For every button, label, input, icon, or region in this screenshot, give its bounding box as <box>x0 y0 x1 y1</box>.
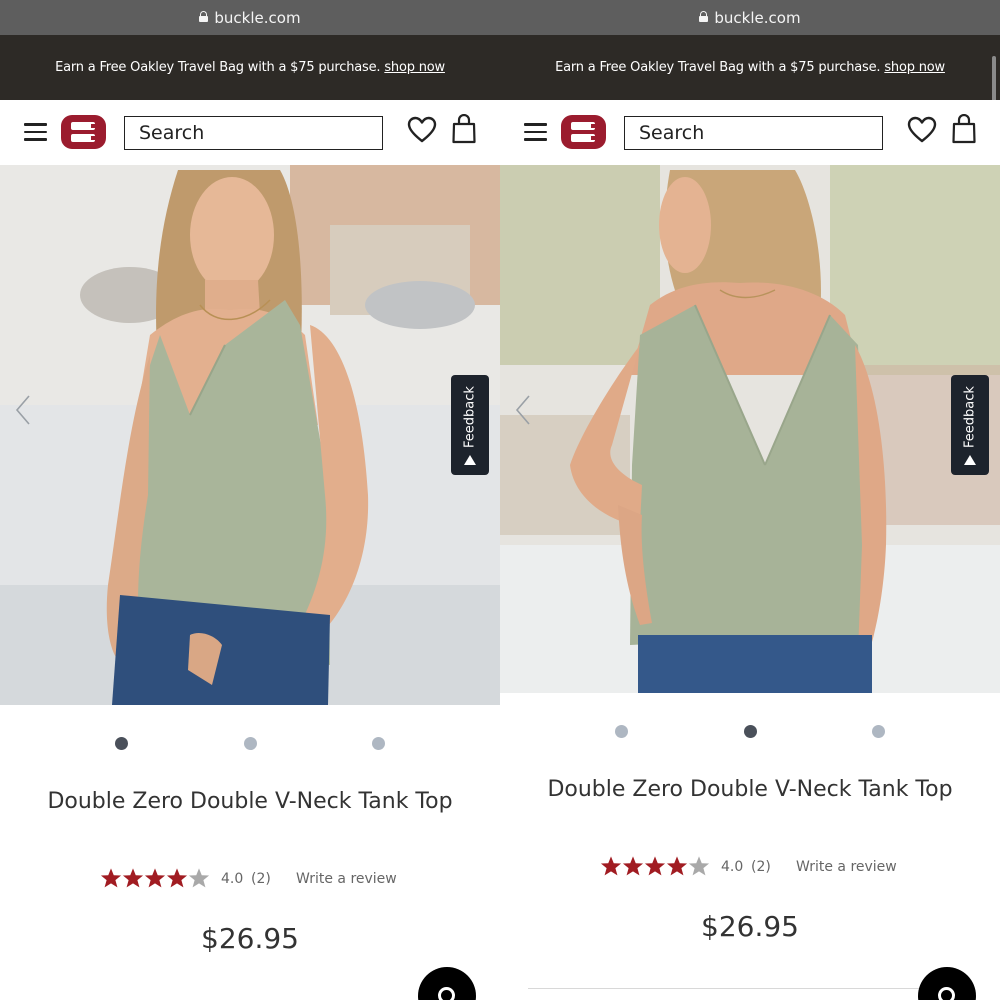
carousel-dot-1[interactable] <box>615 725 628 738</box>
feedback-label: Feedback <box>962 386 978 448</box>
star-icon-empty <box>688 856 710 876</box>
search-chat-icon <box>938 987 955 1000</box>
search-chat-button[interactable] <box>418 967 476 1000</box>
write-review-link[interactable]: Write a review <box>296 871 397 887</box>
phone-screenshot-right: buckle.com Earn a Free Oakley Travel Bag… <box>500 0 1000 1000</box>
search-chat-button[interactable] <box>918 967 976 1000</box>
shopping-bag-icon[interactable] <box>952 114 976 144</box>
carousel-dot-1[interactable] <box>115 737 128 750</box>
heart-icon[interactable] <box>407 116 437 144</box>
site-header: Search <box>0 100 500 165</box>
menu-icon[interactable] <box>24 123 47 141</box>
product-title: Double Zero Double V-Neck Tank Top <box>47 789 453 814</box>
star-icon <box>166 868 188 888</box>
buckle-logo[interactable] <box>61 115 106 149</box>
product-rating: 4.0 (2) Write a review <box>0 867 500 893</box>
write-review-link[interactable]: Write a review <box>796 859 897 875</box>
feedback-label: Feedback <box>462 386 478 448</box>
rating-value: 4.0 <box>221 871 244 887</box>
lock-icon <box>199 11 209 22</box>
heart-icon[interactable] <box>907 116 937 144</box>
url-text: buckle.com <box>214 8 301 27</box>
product-image-back[interactable]: Feedback <box>500 165 1000 693</box>
site-header: Search <box>500 100 1000 165</box>
chevron-left-icon[interactable] <box>514 393 532 427</box>
star-rating[interactable] <box>600 855 710 879</box>
star-icon <box>100 868 122 888</box>
product-price: $26.95 <box>201 922 299 955</box>
shop-now-link[interactable]: shop now <box>384 60 445 75</box>
promo-banner: Earn a Free Oakley Travel Bag with a $75… <box>0 35 500 100</box>
carousel-dot-2[interactable] <box>744 725 757 738</box>
promo-banner: Earn a Free Oakley Travel Bag with a $75… <box>500 35 1000 100</box>
review-count[interactable]: (2) <box>251 871 271 887</box>
rating-value: 4.0 <box>721 859 744 875</box>
star-icon <box>622 856 644 876</box>
promo-text: Earn a Free Oakley Travel Bag with a $75… <box>555 60 881 75</box>
promo-text: Earn a Free Oakley Travel Bag with a $75… <box>55 60 381 75</box>
section-divider <box>528 988 972 989</box>
star-icon <box>122 868 144 888</box>
search-input[interactable]: Search <box>124 116 383 150</box>
product-image-front[interactable]: Feedback <box>0 165 500 705</box>
star-rating[interactable] <box>100 867 210 891</box>
star-icon-empty <box>188 868 210 888</box>
search-input[interactable]: Search <box>624 116 883 150</box>
feedback-tab[interactable]: Feedback <box>451 375 489 475</box>
star-icon <box>144 868 166 888</box>
star-icon <box>644 856 666 876</box>
chevron-left-icon[interactable] <box>14 393 32 427</box>
shop-now-link[interactable]: shop now <box>884 60 945 75</box>
search-placeholder: Search <box>639 122 705 144</box>
menu-icon[interactable] <box>524 123 547 141</box>
lock-icon <box>699 11 709 22</box>
browser-url-bar[interactable]: buckle.com <box>500 0 1000 35</box>
product-rating: 4.0 (2) Write a review <box>500 855 1000 881</box>
carousel-dot-3[interactable] <box>872 725 885 738</box>
product-title: Double Zero Double V-Neck Tank Top <box>547 777 953 802</box>
product-price: $26.95 <box>701 910 799 943</box>
feedback-tab[interactable]: Feedback <box>951 375 989 475</box>
url-text: buckle.com <box>714 8 801 27</box>
carousel-dot-3[interactable] <box>372 737 385 750</box>
search-chat-icon <box>438 987 455 1000</box>
review-count[interactable]: (2) <box>751 859 771 875</box>
star-icon <box>666 856 688 876</box>
feedback-arrow-icon <box>464 455 476 465</box>
shopping-bag-icon[interactable] <box>452 114 476 144</box>
star-icon <box>600 856 622 876</box>
carousel-dot-2[interactable] <box>244 737 257 750</box>
feedback-arrow-icon <box>964 455 976 465</box>
buckle-logo[interactable] <box>561 115 606 149</box>
browser-url-bar[interactable]: buckle.com <box>0 0 500 35</box>
search-placeholder: Search <box>139 122 205 144</box>
phone-screenshot-left: buckle.com Earn a Free Oakley Travel Bag… <box>0 0 500 1000</box>
